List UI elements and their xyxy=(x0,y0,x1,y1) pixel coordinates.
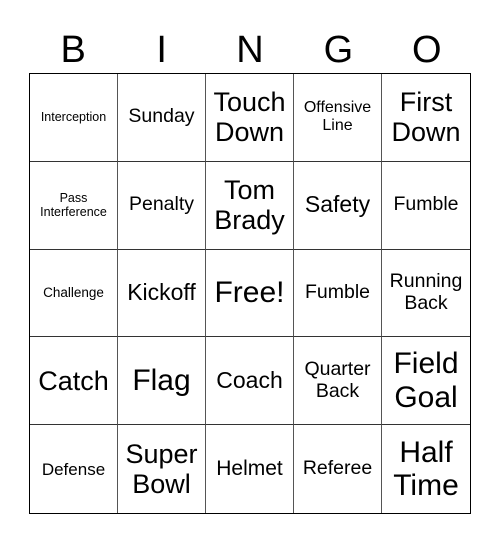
bingo-cell[interactable]: Field Goal xyxy=(382,337,470,426)
bingo-cell[interactable]: Sunday xyxy=(118,74,206,162)
bingo-cell[interactable]: Pass Interference xyxy=(30,161,118,250)
bingo-card-grid: Interception Sunday Touch Down Offensive… xyxy=(29,73,471,514)
bingo-cell[interactable]: Defense xyxy=(30,425,118,513)
bingo-cell[interactable]: Fumble xyxy=(294,249,382,338)
header-letter-b: B xyxy=(60,29,86,71)
bingo-cell[interactable]: First Down xyxy=(382,74,470,162)
bingo-cell[interactable]: Touch Down xyxy=(206,74,294,162)
bingo-cell[interactable]: Challenge xyxy=(30,249,118,338)
bingo-cell[interactable]: Half Time xyxy=(382,425,470,513)
header-letter-g: G xyxy=(323,29,354,71)
bingo-cell[interactable]: Coach xyxy=(206,337,294,426)
header-letter-n: N xyxy=(236,29,264,71)
bingo-header: B I N G O xyxy=(29,28,471,72)
bingo-cell[interactable]: Flag xyxy=(118,337,206,426)
header-letter-i: I xyxy=(156,29,167,71)
bingo-cell[interactable]: Safety xyxy=(294,161,382,250)
bingo-cell[interactable]: Running Back xyxy=(382,250,470,338)
bingo-cell[interactable]: Helmet xyxy=(206,425,294,513)
bingo-cell[interactable]: Fumble xyxy=(382,162,470,250)
bingo-cell[interactable]: Super Bowl xyxy=(118,425,206,513)
bingo-cell[interactable]: Catch xyxy=(30,337,118,426)
header-letter-o: O xyxy=(412,29,442,71)
bingo-cell[interactable]: Quarter Back xyxy=(294,337,382,426)
bingo-cell[interactable]: Interception xyxy=(30,74,118,162)
bingo-cell[interactable]: Penalty xyxy=(118,161,206,250)
bingo-cell[interactable]: Kickoff xyxy=(118,249,206,338)
bingo-cell[interactable]: Offensive Line xyxy=(294,74,382,162)
bingo-cell[interactable]: Referee xyxy=(294,425,382,513)
free-space-cell[interactable]: Free! xyxy=(206,249,294,338)
bingo-cell[interactable]: Tom Brady xyxy=(206,161,294,250)
